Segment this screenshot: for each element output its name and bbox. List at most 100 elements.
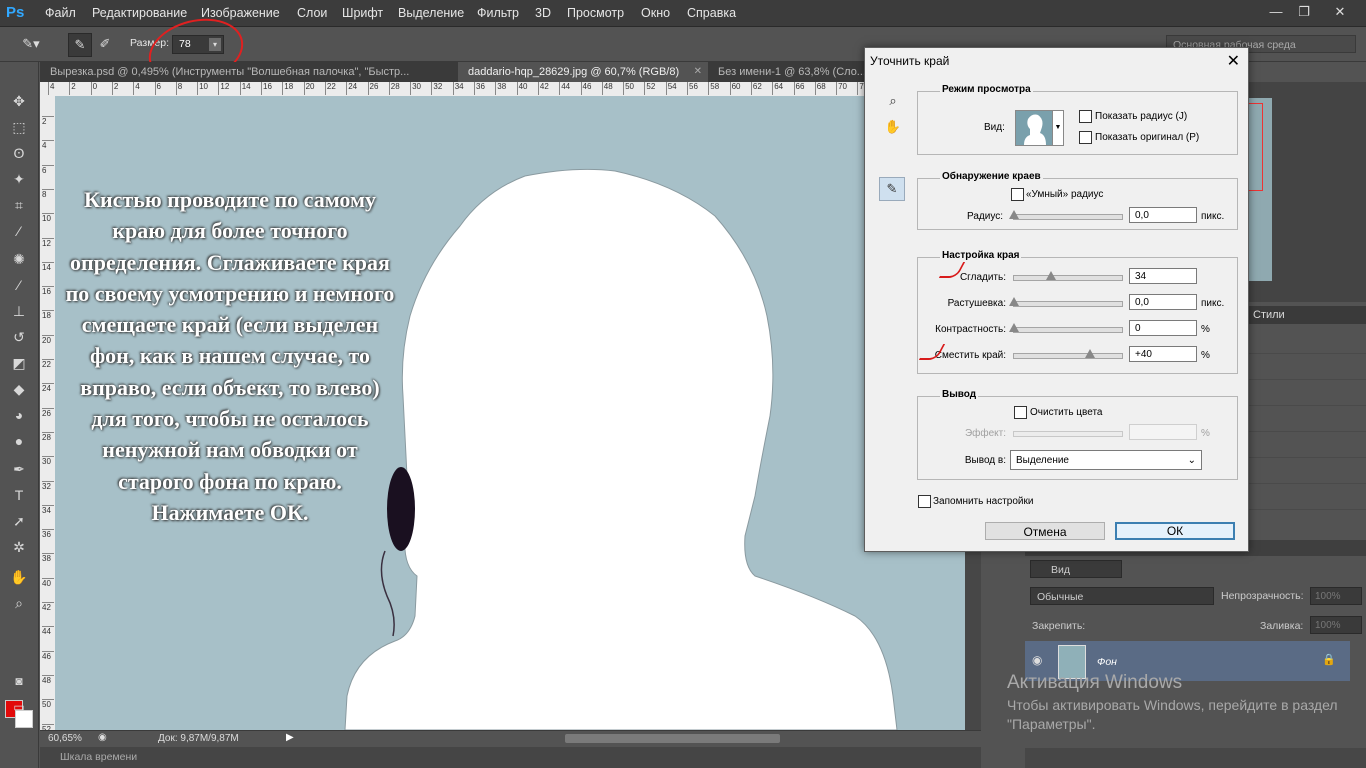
restore-button[interactable]: ❐ [1292,3,1316,21]
layer-name[interactable]: Фон [1097,656,1117,668]
brush-tool-icon[interactable]: ⁄ [8,274,30,296]
smooth-input[interactable]: 34 [1129,268,1197,284]
panel-row[interactable] [1247,328,1366,354]
menu-view[interactable]: Просмотр [567,0,624,26]
layer-filter-dropdown[interactable]: Вид [1030,560,1122,578]
panel-row[interactable] [1247,406,1366,432]
radius-slider-knob[interactable] [1009,210,1019,219]
tab-cutout[interactable]: Вырезка.psd @ 0,495% (Инструменты "Волше… [40,62,453,82]
path-selection-tool-icon[interactable]: ➚ [8,510,30,532]
history-brush-tool-icon[interactable]: ↺ [8,326,30,348]
pen-tool-icon[interactable]: ✒ [8,458,30,480]
shift-edge-slider[interactable] [1013,349,1123,359]
cancel-button[interactable]: Отмена [985,522,1105,540]
share-icon[interactable]: ◉ [98,732,107,743]
hand-icon[interactable]: ✋ [881,116,905,138]
contrast-slider-knob[interactable] [1009,323,1019,332]
panel-row[interactable] [1247,458,1366,484]
ok-button[interactable]: ОК [1115,522,1235,540]
ruler-tick-label: 22 [324,82,336,95]
eyedropper-tool-icon[interactable]: ⁄ [8,220,30,242]
ruler-tick-label: 16 [42,286,54,296]
feather-slider[interactable] [1009,297,1123,307]
refine-edge-dialog: Уточнить край ✕ ⌕ ✋ ✎ Режим просмотра Ви… [864,47,1249,552]
tab-daddario[interactable]: daddario-hqp_28629.jpg @ 60,7% (RGB/8) ✕ [458,62,708,82]
crop-tool-icon[interactable]: ⌗ [8,194,30,216]
panel-row[interactable] [1247,380,1366,406]
close-icon[interactable]: ✕ [1227,51,1240,71]
smooth-slider[interactable] [1013,271,1123,281]
remember-settings-checkbox[interactable] [918,495,931,508]
clone-stamp-tool-icon[interactable]: ⊥ [8,300,30,322]
panel-row[interactable] [1247,484,1366,510]
shift-edge-slider-knob[interactable] [1084,349,1095,358]
menu-filter[interactable]: Фильтр [477,0,519,26]
screen-mode-icon[interactable]: ▭ [8,696,30,718]
ruler-tick-label: 54 [665,82,677,95]
navigator-view-box[interactable] [1248,103,1263,191]
dodge-tool-icon[interactable]: ● [8,430,30,452]
shape-tool-icon[interactable]: ✲ [8,536,30,558]
horizontal-scrollbar-thumb[interactable] [565,734,780,743]
contrast-input[interactable]: 0 [1129,320,1197,336]
refine-radius-brush-icon[interactable]: ✎ [879,177,905,201]
zoom-icon[interactable]: ⌕ [881,90,905,112]
smooth-slider-knob[interactable] [1045,271,1056,280]
lasso-tool-icon[interactable]: ʘ [8,142,30,164]
menu-help[interactable]: Справка [687,0,736,26]
tab-styles[interactable]: Стили [1253,306,1285,324]
feather-slider-knob[interactable] [1009,297,1019,306]
status-menu-icon[interactable]: ▶ [286,732,294,743]
menu-select[interactable]: Выделение [398,0,464,26]
zoom-level[interactable]: 60,65% [48,733,82,744]
radius-input[interactable]: 0,0 [1129,207,1197,223]
zoom-tool-icon[interactable]: ⌕ [8,592,30,614]
document-tabs: Вырезка.psd @ 0,495% (Инструменты "Волше… [40,62,864,82]
windows-activation-subtitle: Чтобы активировать Windows, перейдите в … [1007,697,1338,732]
panel-row[interactable] [1247,432,1366,458]
hand-tool-icon[interactable]: ✋ [8,566,30,588]
edge-detection-group: Обнаружение краев «Умный» радиус Радиус:… [917,171,1238,230]
view-mode-thumbnail[interactable] [1015,110,1053,146]
view-mode-dropdown-icon[interactable]: ▼ [1052,110,1064,146]
magic-wand-tool-icon[interactable]: ✦ [8,168,30,190]
timeline-panel[interactable]: Шкала времени [40,747,981,768]
contrast-slider[interactable] [1009,323,1123,333]
type-tool-icon[interactable]: T [8,484,30,506]
refine-radius-tool-icon[interactable]: ✎ [68,33,92,57]
menu-type[interactable]: Шрифт [342,0,383,26]
tab-untitled[interactable]: Без имени-1 @ 63,8% (Сло... [708,62,864,82]
blend-mode-dropdown[interactable]: Обычные [1030,587,1214,605]
menu-window[interactable]: Окно [641,0,670,26]
menu-layers[interactable]: Слои [297,0,327,26]
decontaminate-checkbox[interactable] [1014,406,1027,419]
eraser-tool-icon[interactable]: ◩ [8,352,30,374]
smart-radius-checkbox[interactable] [1011,188,1024,201]
marquee-tool-icon[interactable]: ⬚ [8,116,30,138]
erase-refinements-tool-icon[interactable]: ✐ [94,33,116,55]
close-window-button[interactable]: ✕ [1328,3,1352,21]
smart-radius-label: «Умный» радиус [1026,189,1104,200]
move-tool-icon[interactable]: ✥ [8,90,30,112]
blur-tool-icon[interactable]: ◕ [8,404,30,426]
eye-icon[interactable]: ◉ [1032,653,1042,667]
menu-3d[interactable]: 3D [535,0,551,26]
fill-input[interactable]: 100% [1310,616,1362,634]
minimize-button[interactable]: — [1264,3,1288,21]
panel-row[interactable] [1247,354,1366,380]
output-to-dropdown[interactable]: Выделение ⌄ [1010,450,1202,470]
paint-bucket-tool-icon[interactable]: ◆ [8,378,30,400]
feather-input[interactable]: 0,0 [1129,294,1197,310]
menu-edit[interactable]: Редактирование [92,0,187,26]
brush-preset-icon[interactable]: ✎▾ [20,33,42,55]
menu-file[interactable]: Файл [45,0,76,26]
show-original-checkbox[interactable] [1079,131,1092,144]
opacity-input[interactable]: 100% [1310,587,1362,605]
healing-brush-tool-icon[interactable]: ✺ [8,248,30,270]
show-radius-checkbox[interactable] [1079,110,1092,123]
radius-slider[interactable] [1009,210,1123,220]
document-canvas[interactable]: Кистью проводите по самому краю для боле… [55,96,965,730]
shift-edge-input[interactable]: +40 [1129,346,1197,362]
quick-mask-icon[interactable]: ◙ [8,670,30,692]
close-icon[interactable]: ✕ [694,62,702,82]
